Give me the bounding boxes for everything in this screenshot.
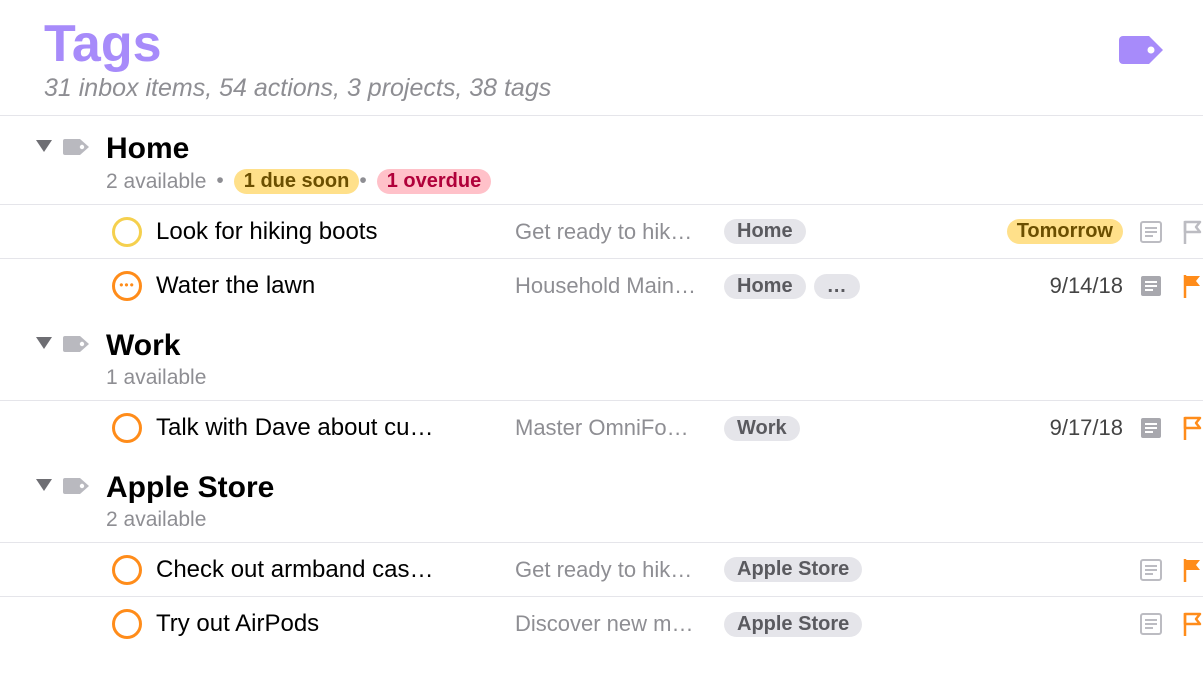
task-tags: Apple Store [724,612,939,637]
group-text: Apple Store 2 available [96,471,274,532]
tag-pill[interactable]: Home [724,219,806,244]
task-title: Look for hiking boots [156,218,501,246]
disclosure-triangle-icon[interactable] [32,329,56,349]
flag-icon[interactable] [1179,219,1203,245]
groups-container: Home 2 available 1 due soon 1 overdue Loo… [0,116,1203,651]
tag-icon [56,329,96,353]
project-name: Get ready to hik… [515,219,710,245]
available-count: 2 available [106,508,206,532]
tag-pill[interactable]: … [814,274,860,299]
task-title: Try out AirPods [156,610,501,638]
group-title: Work [106,329,206,362]
task-title: Check out armband cas… [156,556,501,584]
status-badge: 1 due soon [234,169,360,194]
group-header[interactable]: Apple Store 2 available [0,455,1203,543]
tag-pill[interactable]: Apple Store [724,612,862,637]
tag-group: Work 1 available Talk with Dave about cu… [0,313,1203,455]
repeating-indicator-icon: ••• [119,279,135,291]
group-subtitle: 1 available [106,362,206,390]
group-subtitle: 2 available [106,504,274,532]
page-header: Tags 31 inbox items, 54 actions, 3 proje… [0,0,1203,116]
group-subtitle: 2 available 1 due soon 1 overdue [106,165,491,194]
task-title: Water the lawn [156,272,501,300]
due-date: Tomorrow [953,219,1123,244]
tag-group: Home 2 available 1 due soon 1 overdue Loo… [0,116,1203,313]
task-list: Check out armband cas… Get ready to hik…… [0,543,1203,651]
due-badge: Tomorrow [1007,219,1123,244]
note-icon[interactable] [1137,275,1165,297]
due-date: 9/17/18 [953,415,1123,441]
available-count: 1 available [106,366,206,390]
project-name: Discover new m… [515,611,710,637]
project-name: Get ready to hik… [515,557,710,583]
disclosure-triangle-icon[interactable] [32,132,56,152]
task-row[interactable]: Try out AirPods Discover new m… Apple St… [0,597,1203,651]
task-tags: Home … [724,274,939,299]
group-text: Home 2 available 1 due soon 1 overdue [96,132,491,194]
tag-icon [56,132,96,156]
flag-icon[interactable] [1179,611,1203,637]
flag-icon[interactable] [1179,557,1203,583]
disclosure-triangle-icon[interactable] [32,471,56,491]
project-name: Household Main… [515,273,710,299]
group-title: Apple Store [106,471,274,504]
due-text: 9/17/18 [1050,415,1123,441]
note-icon[interactable] [1137,559,1165,581]
flag-icon[interactable] [1179,415,1203,441]
task-row[interactable]: Look for hiking boots Get ready to hik… … [0,205,1203,259]
task-list: Look for hiking boots Get ready to hik… … [0,205,1203,313]
tag-pill[interactable]: Work [724,416,800,441]
status-circle[interactable]: ••• [112,271,142,301]
tag-pill[interactable]: Apple Store [724,557,862,582]
available-count: 2 available [106,170,206,194]
page-subtitle: 31 inbox items, 54 actions, 3 projects, … [44,74,551,103]
task-list: Talk with Dave about cu… Master OmniFo… … [0,401,1203,455]
page-title: Tags [44,18,551,70]
project-name: Master OmniFo… [515,415,710,441]
task-tags: Home [724,219,939,244]
due-date: 9/14/18 [953,273,1123,299]
task-row[interactable]: Check out armband cas… Get ready to hik…… [0,543,1203,597]
status-badge: 1 overdue [377,169,491,194]
status-circle[interactable] [112,413,142,443]
tag-icon [56,471,96,495]
tag-group: Apple Store 2 available Check out armban… [0,455,1203,651]
note-icon[interactable] [1137,417,1165,439]
note-icon[interactable] [1137,221,1165,243]
tag-icon [1117,18,1169,73]
flag-icon[interactable] [1179,273,1203,299]
task-title: Talk with Dave about cu… [156,414,501,442]
group-badges: 1 due soon 1 overdue [216,169,491,194]
task-tags: Apple Store [724,557,939,582]
status-circle[interactable] [112,217,142,247]
task-row[interactable]: Talk with Dave about cu… Master OmniFo… … [0,401,1203,455]
header-left: Tags 31 inbox items, 54 actions, 3 proje… [44,18,551,103]
group-title: Home [106,132,491,165]
group-header[interactable]: Home 2 available 1 due soon 1 overdue [0,116,1203,205]
due-text: 9/14/18 [1050,273,1123,299]
note-icon[interactable] [1137,613,1165,635]
status-circle[interactable] [112,555,142,585]
group-header[interactable]: Work 1 available [0,313,1203,401]
status-circle[interactable] [112,609,142,639]
task-row[interactable]: ••• Water the lawn Household Main… Home …… [0,259,1203,313]
task-tags: Work [724,416,939,441]
tag-pill[interactable]: Home [724,274,806,299]
group-text: Work 1 available [96,329,206,390]
